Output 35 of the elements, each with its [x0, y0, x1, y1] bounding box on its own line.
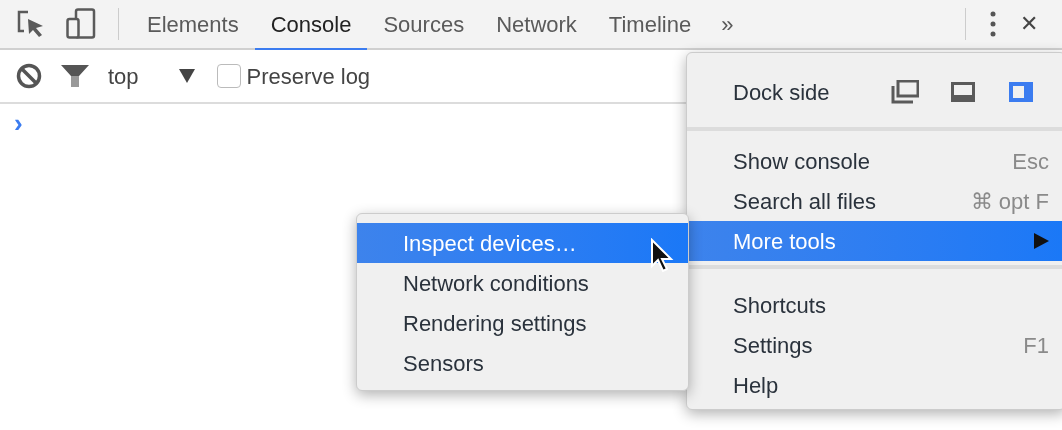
close-button[interactable]: ✕ [1020, 13, 1038, 35]
mouse-cursor-icon [650, 238, 674, 274]
more-options-icon[interactable] [990, 11, 996, 37]
preserve-log-label: Preserve log [246, 62, 371, 91]
menu-item[interactable]: Shortcuts [687, 285, 1062, 325]
dock-right-icon[interactable] [1007, 80, 1035, 104]
context-selector[interactable]: top [108, 59, 139, 93]
filter-icon[interactable] [60, 63, 90, 89]
clear-console-icon[interactable] [16, 63, 42, 89]
panel-tab[interactable]: Console [254, 0, 368, 50]
menu-item[interactable]: Help [687, 365, 1062, 405]
menu-item[interactable]: Rendering settings [357, 303, 688, 343]
shortcut-label: F1 [1023, 331, 1049, 360]
menu-item[interactable]: More tools [687, 221, 1062, 261]
menu-item[interactable]: Sensors [357, 343, 688, 383]
menu-item[interactable]: Network conditions [357, 263, 688, 303]
undock-icon[interactable] [891, 80, 919, 104]
dock-bottom-icon[interactable] [949, 80, 977, 104]
menu-item[interactable]: Search all files ⌘ opt F [687, 181, 1062, 221]
device-toolbar-icon[interactable] [66, 8, 96, 40]
submenu-arrow-icon [1033, 233, 1049, 249]
shortcut-label: ⌘ opt F [970, 187, 1049, 216]
panel-tab[interactable]: Elements [131, 0, 255, 50]
panel-tab[interactable]: Sources [367, 0, 481, 50]
menu-item[interactable]: Settings F1 [687, 325, 1062, 365]
more-tabs-button[interactable]: » [707, 0, 748, 48]
menu-item[interactable]: Inspect devices… [357, 223, 688, 263]
panel-tab[interactable]: Network [480, 0, 593, 50]
shortcut-label: Esc [1012, 147, 1049, 176]
console-prompt: › [14, 108, 23, 138]
panel-tab[interactable]: Timeline [592, 0, 708, 50]
dock-side-label: Dock side [733, 78, 831, 107]
preserve-log-checkbox[interactable] [216, 64, 241, 88]
menu-item[interactable]: Show console Esc [687, 141, 1062, 181]
dropdown-caret-icon[interactable] [178, 69, 195, 83]
